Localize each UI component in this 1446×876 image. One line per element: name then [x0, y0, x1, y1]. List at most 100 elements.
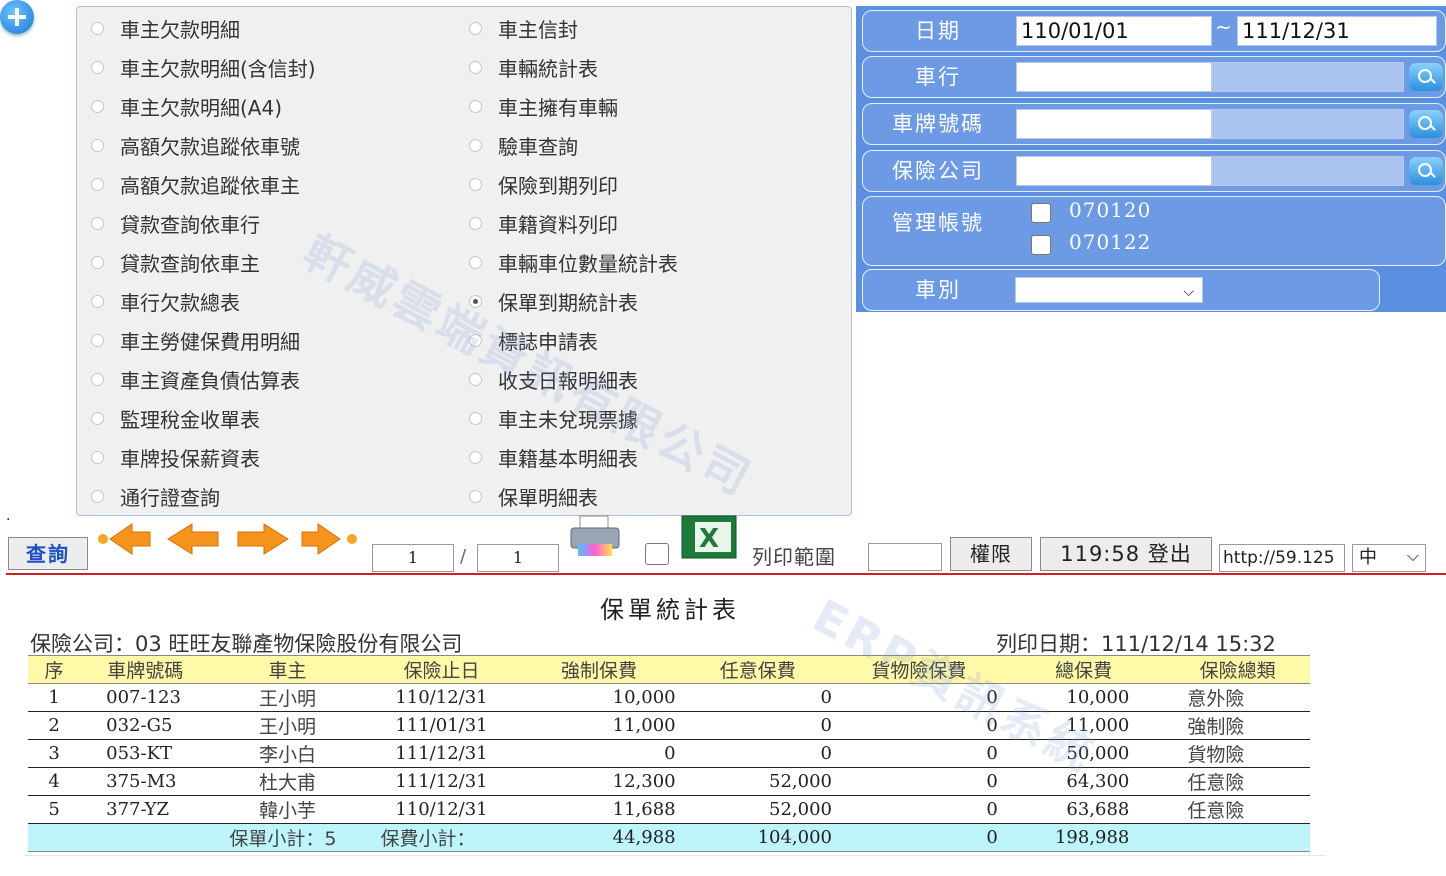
- table-row[interactable]: 3 053-KT 李小白 111/12/31 0 0 0 50,000 貨物險: [28, 739, 1310, 768]
- radio-button[interactable]: [469, 411, 482, 425]
- radio-button[interactable]: [469, 450, 482, 464]
- table-cell: 0: [836, 711, 1002, 740]
- report-option-label: 車主欠款明細(含信封): [120, 56, 316, 81]
- report-option[interactable]: 保單到期統計表: [469, 286, 638, 316]
- radio-button[interactable]: [469, 99, 482, 113]
- insurer-search-icon[interactable]: [1409, 157, 1443, 185]
- printer-icon[interactable]: [568, 514, 622, 560]
- report-option[interactable]: 收支日報明細表: [469, 364, 638, 394]
- language-value: 中: [1359, 547, 1377, 568]
- report-option[interactable]: 車主欠款明細(含信封): [91, 52, 316, 82]
- toolbar-divider: [6, 573, 1446, 575]
- radio-button[interactable]: [91, 333, 104, 347]
- table-cell: 強制險: [1165, 711, 1310, 740]
- report-option[interactable]: 車主勞健保費用明細: [91, 325, 300, 355]
- radio-button[interactable]: [469, 138, 482, 152]
- table-cell: 12,300: [518, 767, 680, 796]
- table-row[interactable]: 5 377-YZ 韓小芋 110/12/31 11,688 52,000 0 63,688 任意…: [28, 795, 1310, 824]
- next-page-icon[interactable]: [236, 520, 290, 558]
- radio-button[interactable]: [91, 372, 104, 386]
- report-option[interactable]: 通行證查詢: [91, 481, 220, 511]
- report-option[interactable]: 保單明細表: [469, 481, 598, 511]
- radio-button[interactable]: [469, 294, 482, 308]
- radio-button[interactable]: [469, 489, 482, 503]
- radio-button[interactable]: [469, 21, 482, 35]
- report-option[interactable]: 貸款查詢依車行: [91, 208, 260, 238]
- radio-button[interactable]: [91, 216, 104, 230]
- report-option[interactable]: 驗車查詢: [469, 130, 578, 160]
- print-option-checkbox[interactable]: [645, 543, 669, 565]
- dealer-search-icon[interactable]: [1409, 63, 1443, 91]
- report-option[interactable]: 車主未兌現票據: [469, 403, 638, 433]
- report-option[interactable]: 車主資產負債估算表: [91, 364, 300, 394]
- radio-button[interactable]: [91, 177, 104, 191]
- radio-button[interactable]: [91, 138, 104, 152]
- table-row[interactable]: 2 032-G5 王小明 111/01/31 11,000 0 0 11,000 強制險: [28, 711, 1310, 740]
- account-checkbox-2[interactable]: [1031, 235, 1051, 255]
- permission-button[interactable]: 權限: [950, 537, 1032, 571]
- report-option-label: 貸款查詢依車主: [120, 251, 260, 276]
- account-checkbox-1[interactable]: [1031, 203, 1051, 223]
- report-option[interactable]: 貸款查詢依車主: [91, 247, 260, 277]
- column-header: 強制保費: [518, 655, 680, 684]
- report-option[interactable]: 車輛車位數量統計表: [469, 247, 678, 277]
- report-option[interactable]: 監理稅金收單表: [91, 403, 260, 433]
- url-field[interactable]: http://59.125: [1219, 544, 1345, 572]
- report-title: 保單統計表: [600, 596, 740, 624]
- report-option[interactable]: 高額欠款追蹤依車號: [91, 130, 300, 160]
- report-option-label: 車主未兌現票據: [498, 407, 638, 432]
- print-range-input[interactable]: [868, 543, 942, 571]
- language-select[interactable]: 中 ⌵: [1352, 544, 1426, 572]
- report-option[interactable]: 保險到期列印: [469, 169, 618, 199]
- radio-button[interactable]: [91, 411, 104, 425]
- excel-export-icon[interactable]: X: [681, 515, 737, 559]
- radio-button[interactable]: [91, 60, 104, 74]
- date-to-input[interactable]: 111/12/31: [1237, 16, 1437, 46]
- report-option[interactable]: 車行欠款總表: [91, 286, 240, 316]
- report-option[interactable]: 車牌投保薪資表: [91, 442, 260, 472]
- date-from-input[interactable]: 110/01/01: [1016, 16, 1212, 46]
- first-page-icon[interactable]: [96, 520, 156, 558]
- column-header: 保險止日: [364, 655, 519, 684]
- radio-button[interactable]: [469, 255, 482, 269]
- report-option[interactable]: 標誌申請表: [469, 325, 598, 355]
- radio-button[interactable]: [91, 255, 104, 269]
- report-option[interactable]: 車輛統計表: [469, 52, 598, 82]
- radio-button[interactable]: [91, 489, 104, 503]
- stray-dot: .: [6, 508, 11, 524]
- prev-page-icon[interactable]: [166, 520, 220, 558]
- radio-button[interactable]: [91, 294, 104, 308]
- radio-button[interactable]: [91, 450, 104, 464]
- last-page-icon[interactable]: [300, 520, 360, 558]
- report-option[interactable]: 高額欠款追蹤依車主: [91, 169, 300, 199]
- plate-input[interactable]: [1016, 109, 1212, 139]
- page-current-input[interactable]: 1: [372, 544, 454, 572]
- radio-button[interactable]: [469, 333, 482, 347]
- radio-button[interactable]: [469, 60, 482, 74]
- report-option[interactable]: 車籍資料列印: [469, 208, 618, 238]
- table-cell: 5: [28, 795, 81, 824]
- report-option[interactable]: 車主欠款明細(A4): [91, 91, 282, 121]
- dealer-input[interactable]: [1016, 62, 1212, 92]
- report-option[interactable]: 車籍基本明細表: [469, 442, 638, 472]
- report-option[interactable]: 車主信封: [469, 13, 578, 43]
- report-option-label: 保單到期統計表: [498, 290, 638, 315]
- logout-button[interactable]: 119:58 登出: [1040, 537, 1212, 571]
- report-option[interactable]: 車主擁有車輛: [469, 91, 618, 121]
- insurer-row: 保險公司: [862, 150, 1446, 192]
- radio-button[interactable]: [91, 21, 104, 35]
- insurer-input[interactable]: [1016, 156, 1212, 186]
- radio-button[interactable]: [469, 177, 482, 191]
- radio-button[interactable]: [91, 99, 104, 113]
- radio-button[interactable]: [469, 216, 482, 230]
- plate-search-icon[interactable]: [1409, 110, 1443, 138]
- vehicle-type-select[interactable]: ⌵: [1015, 277, 1203, 303]
- report-option[interactable]: 車主欠款明細: [91, 13, 240, 43]
- add-icon[interactable]: [0, 0, 34, 34]
- table-row[interactable]: 4 375-M3 杜大甫 111/12/31 12,300 52,000 0 64,300 任意…: [28, 767, 1310, 796]
- table-cell: 2: [28, 711, 81, 740]
- radio-button[interactable]: [469, 372, 482, 386]
- report-option-label: 保險到期列印: [498, 173, 618, 198]
- table-row[interactable]: 1 007-123 王小明 110/12/31 10,000 0 0 10,000 意外險: [28, 683, 1310, 712]
- query-button[interactable]: 查詢: [8, 537, 88, 570]
